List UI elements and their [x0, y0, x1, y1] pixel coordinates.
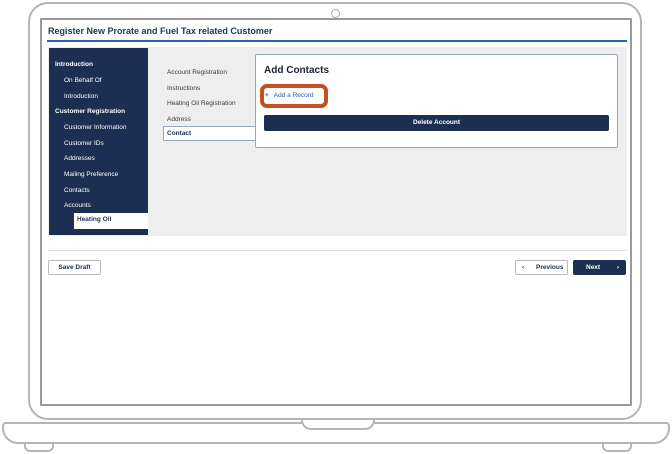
sidebar-item-accounts[interactable]: Accounts [64, 202, 91, 209]
previous-button[interactable]: ‹ Previous [515, 260, 568, 275]
main-panel: Introduction On Behalf Of Introduction C… [48, 47, 627, 236]
laptop-foot-right [602, 444, 632, 452]
app-screen: Register New Prorate and Fuel Tax relate… [40, 18, 632, 406]
sidebar-item-label: Heating Oil [77, 216, 112, 223]
add-record-link[interactable]: + Add a Record [265, 92, 314, 99]
chevron-left-icon: ‹ [522, 264, 525, 271]
substep-contact[interactable]: Contact [163, 126, 257, 141]
sidebar-item-introduction[interactable]: Introduction [64, 93, 98, 100]
sidebar: Introduction On Behalf Of Introduction C… [49, 48, 148, 235]
sidebar-section-customer-registration[interactable]: Customer Registration [55, 108, 125, 115]
delete-account-button[interactable]: Delete Account [264, 115, 609, 131]
next-button[interactable]: Next › [573, 260, 626, 275]
sidebar-item-contacts[interactable]: Contacts [64, 187, 90, 194]
sidebar-item-on-behalf-of[interactable]: On Behalf Of [64, 77, 102, 84]
sidebar-item-customer-information[interactable]: Customer Information [64, 124, 127, 131]
laptop-notch [301, 420, 375, 430]
substep-account-registration[interactable]: Account Registration [167, 69, 227, 76]
substep-heating-oil-registration[interactable]: Heating Oil Registration [167, 100, 236, 107]
window-title: Register New Prorate and Fuel Tax relate… [48, 26, 273, 36]
camera-icon [331, 9, 340, 18]
add-contacts-card: Add Contacts + Add a Record Delete Accoun… [255, 54, 618, 148]
next-label: Next [586, 264, 601, 271]
card-title: Add Contacts [264, 65, 329, 76]
previous-label: Previous [536, 264, 564, 271]
sidebar-item-mailing-preference[interactable]: Mailing Preference [64, 171, 118, 178]
chevron-right-icon: › [616, 264, 619, 271]
plus-icon: + [265, 92, 269, 99]
footer-divider [48, 250, 627, 251]
substep-contact-label: Contact [167, 130, 192, 137]
sidebar-item-addresses[interactable]: Addresses [64, 155, 95, 162]
save-draft-button[interactable]: Save Draft [48, 260, 101, 275]
sidebar-item-customer-ids[interactable]: Customer IDs [64, 140, 104, 147]
substep-instructions[interactable]: Instructions [167, 85, 200, 92]
substep-address[interactable]: Address [167, 116, 191, 123]
sidebar-item-heating-oil[interactable]: Heating Oil [74, 213, 148, 229]
window-titlebar: Register New Prorate and Fuel Tax relate… [47, 24, 627, 42]
sidebar-section-introduction[interactable]: Introduction [55, 61, 93, 68]
laptop-foot-left [24, 444, 54, 452]
add-record-label: Add a Record [273, 92, 314, 99]
